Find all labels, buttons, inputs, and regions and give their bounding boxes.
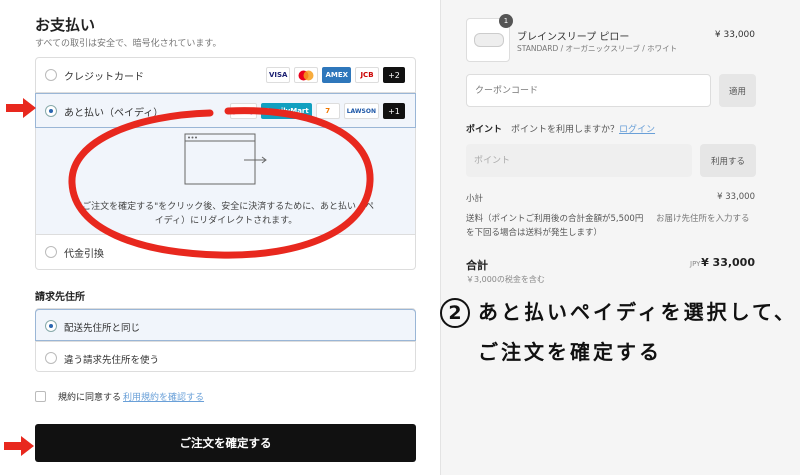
total-value: ¥ 33,000 [701, 256, 755, 269]
more-stores-badge: +1 [383, 103, 405, 119]
paidy-logo: paidy [229, 103, 258, 119]
radio-paidy[interactable] [45, 105, 57, 117]
points-input[interactable] [466, 144, 692, 177]
apply-coupon-button[interactable]: 適用 [719, 74, 756, 107]
product-price: ¥ 33,000 [714, 30, 755, 40]
payment-option-credit-card[interactable]: クレジットカード VISA AMEX JCB +2 [36, 58, 415, 93]
radio-credit-card[interactable] [45, 69, 57, 81]
payment-options: クレジットカード VISA AMEX JCB +2 あと払い（ペイディ） pai… [35, 57, 416, 270]
checkout-main-column: お支払い すべての取引は安全で、暗号化されています。 クレジットカード VISA… [0, 0, 440, 475]
tax-note: ￥3,000の税金を含む [466, 275, 545, 284]
order-summary: 1 ブレインスリープ ピロー STANDARD / オーガニックスリーブ / ホ… [440, 0, 800, 475]
terms-agreement: 規約に同意する 利用規約を確認する [35, 390, 204, 403]
paidy-redirect-panel: "ご注文を確定する"をクリック後、安全に決済するために、あと払い（ペイディ）にリ… [36, 128, 415, 235]
pillow-image [474, 33, 504, 47]
login-link[interactable]: ログイン [619, 125, 655, 135]
billing-title: 請求先住所 [35, 292, 85, 303]
payment-option-cod[interactable]: 代金引換 [36, 235, 415, 270]
visa-logo: VISA [265, 67, 291, 83]
card-logos: VISA AMEX JCB +2 [265, 67, 405, 83]
jcb-logo: JCB [355, 67, 379, 83]
billing-option-label: 配送先住所と同じ [64, 323, 141, 334]
familymart-logo: FamilyMart [261, 103, 312, 119]
annotation-line-1: あと払いペイディを選択して、 [478, 300, 797, 324]
payment-option-paidy[interactable]: あと払い（ペイディ） paidy FamilyMart 7 LAWSON +1 [35, 93, 416, 128]
red-arrow-icon [6, 98, 36, 118]
lawson-logo: LAWSON [343, 103, 379, 119]
radio-cod[interactable] [45, 246, 57, 258]
terms-checkbox[interactable] [35, 391, 46, 402]
mastercard-logo [294, 67, 319, 83]
terms-link[interactable]: 利用規約を確認する [123, 390, 204, 403]
subtotal-label: 小計 [466, 194, 484, 204]
quantity-badge: 1 [499, 14, 513, 28]
product-name: ブレインスリープ ピロー [517, 32, 630, 43]
more-cards-badge: +2 [383, 67, 405, 83]
subtotal-value: ¥ 33,000 [717, 192, 755, 202]
red-arrow-icon [4, 436, 34, 456]
billing-option-different[interactable]: 違う請求先住所を使う [36, 341, 415, 373]
billing-option-label: 違う請求先住所を使う [64, 355, 160, 366]
product-variant: STANDARD / オーガニックスリーブ / ホワイト [517, 44, 678, 53]
shipping-value: お届け先住所を入力する [656, 214, 750, 224]
place-order-button[interactable]: ご注文を確定する [35, 424, 416, 462]
billing-option-same[interactable]: 配送先住所と同じ [35, 309, 416, 341]
shipping-label: 送料（ポイントご利用後の合計金額が5,500円を下回る場合は送料が発生します） [466, 214, 644, 238]
use-points-button[interactable]: 利用する [700, 144, 756, 177]
points-question-text: ポイントを利用しますか？ [511, 125, 620, 135]
total-currency: JPY [690, 260, 701, 268]
billing-options: 配送先住所と同じ 違う請求先住所を使う [35, 308, 416, 372]
total-label: 合計 [466, 259, 488, 272]
payment-option-label: 代金引換 [64, 249, 104, 260]
points-question: ポイントを利用しますか？ログイン [511, 122, 655, 135]
payment-subtitle: すべての取引は安全で、暗号化されています。 [35, 39, 222, 49]
payment-option-label: あと払い（ペイディ） [64, 108, 164, 119]
radio-billing-different[interactable] [45, 352, 57, 364]
annotation-line-2: ご注文を確定する [478, 340, 662, 364]
payment-title: お支払い [35, 16, 96, 34]
payment-option-label: クレジットカード [64, 72, 144, 83]
points-label: ポイント [466, 125, 503, 135]
redirect-notice: "ご注文を確定する"をクリック後、安全に決済するために、あと払い（ペイディ）にリ… [77, 202, 374, 226]
seven-eleven-logo: 7 [315, 103, 340, 119]
browser-redirect-icon [184, 133, 267, 185]
paidy-store-logos: paidy FamilyMart 7 LAWSON +1 [229, 103, 405, 119]
step-number-badge: 2 [440, 298, 470, 328]
radio-billing-same[interactable] [45, 320, 57, 332]
terms-label: 規約に同意する [58, 393, 122, 403]
amex-logo: AMEX [322, 67, 351, 83]
coupon-input[interactable] [466, 74, 711, 107]
